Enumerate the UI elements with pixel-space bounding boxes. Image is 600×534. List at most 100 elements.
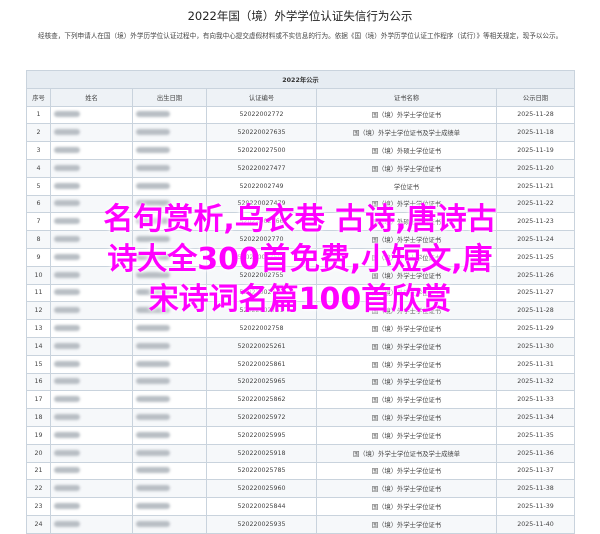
redaction-blur: [54, 378, 80, 385]
cell-cert-name: 国（境）外学士学位证书: [316, 372, 497, 392]
redaction-blur: [136, 342, 170, 349]
cell-publish-date: 2025-11-33: [495, 390, 576, 410]
cell-cert-id: 520220025261: [206, 336, 317, 356]
cell-birth-redacted: [132, 141, 207, 160]
cell-birth-redacted: [132, 461, 207, 481]
cell-birth-redacted: [132, 514, 207, 534]
cell-birth-redacted: [132, 497, 207, 516]
cell-birth-redacted: [132, 105, 207, 125]
cell-seq: 1: [26, 105, 51, 125]
cell-name-redacted: [50, 408, 133, 427]
redaction-blur: [54, 182, 80, 189]
cell-birth-redacted: [132, 425, 207, 445]
cell-publish-date: 2025-11-39: [495, 497, 576, 516]
cell-cert-id: 520220025861: [206, 354, 317, 374]
cell-seq: 3: [26, 141, 51, 160]
redaction-blur: [136, 129, 170, 136]
cell-seq: 4: [26, 158, 51, 178]
cell-name-redacted: [50, 319, 133, 338]
table-row: 1 52022002772 国（境）外学士学位证书 2025-11-28: [26, 105, 576, 125]
cell-seq: 13: [26, 319, 51, 338]
cell-name-redacted: [50, 479, 133, 499]
cell-cert-id: 520220025844: [206, 497, 317, 516]
overlay-line-1: 名句赏析,乌衣巷 古诗,唐诗古: [103, 202, 497, 237]
cell-seq: 20: [26, 443, 51, 463]
cell-cert-id: 520220025965: [206, 372, 317, 392]
cell-seq: 23: [26, 497, 51, 516]
cell-name-redacted: [50, 514, 133, 534]
cell-seq: 5: [26, 176, 51, 196]
cell-cert-id: 520220027635: [206, 123, 317, 143]
table-row: 5 52022002749 学位证书 2025-11-21: [26, 176, 576, 196]
cell-cert-id: 520220025972: [206, 408, 317, 427]
cell-name-redacted: [50, 105, 133, 125]
cell-publish-date: 2025-11-19: [495, 141, 576, 160]
header-birth: 出生日期: [132, 87, 207, 107]
page-title: 2022年国（境）外学学位认证失信行为公示: [187, 9, 413, 23]
overlay-caption: 名句赏析,乌衣巷 古诗,唐诗古 诗大全300首免费,小短文,唐 宋诗词名篇100…: [0, 200, 600, 320]
cell-cert-id: 520220025935: [206, 514, 317, 534]
header-id: 认证编号: [206, 87, 317, 107]
cell-cert-id: 52022002749: [206, 176, 317, 196]
cell-cert-id: 52022002772: [206, 105, 317, 125]
redaction-blur: [54, 485, 80, 492]
cell-cert-name: 国（境）外学士学位证书: [316, 319, 497, 338]
cell-birth-redacted: [132, 176, 207, 196]
cell-name-redacted: [50, 497, 133, 516]
cell-birth-redacted: [132, 408, 207, 427]
table-row: 23 520220025844 国（境）外学士学位证书 2025-11-39: [26, 497, 576, 516]
cell-seq: 22: [26, 479, 51, 499]
redaction-blur: [54, 503, 80, 510]
cell-publish-date: 2025-11-31: [495, 354, 576, 374]
redaction-blur: [54, 111, 80, 118]
cell-name-redacted: [50, 461, 133, 481]
table-row: 17 520220025862 国（境）外学士学位证书 2025-11-33: [26, 390, 576, 410]
redaction-blur: [136, 414, 170, 421]
redaction-blur: [136, 467, 170, 474]
redaction-blur: [136, 449, 170, 456]
cell-cert-name: 国（境）外学士学位证书: [316, 105, 497, 125]
redaction-blur: [54, 396, 80, 403]
header-date: 公示日期: [495, 87, 576, 107]
intro-text: 经核查，下列申请人在国（境）外学历学位认证过程中，有向我中心提交虚假材料或不实信…: [38, 32, 563, 40]
cell-seq: 15: [26, 354, 51, 374]
cell-name-redacted: [50, 336, 133, 356]
cell-birth-redacted: [132, 158, 207, 178]
table-row: 19 520220025995 国（境）外学士学位证书 2025-11-35: [26, 425, 576, 445]
cell-cert-id: 520220027500: [206, 141, 317, 160]
cell-publish-date: 2025-11-34: [495, 408, 576, 427]
intro-paragraph: 经核查，下列申请人在国（境）外学历学位认证过程中，有向我中心提交虚假材料或不实信…: [26, 30, 582, 43]
cell-cert-name: 国（境）外学士学位证书: [316, 390, 497, 410]
header-cert: 证书名称: [316, 87, 497, 107]
cell-cert-id: 520220027477: [206, 158, 317, 178]
cell-birth-redacted: [132, 479, 207, 499]
redaction-blur: [136, 147, 170, 154]
cell-seq: 19: [26, 425, 51, 445]
cell-publish-date: 2025-11-18: [495, 123, 576, 143]
cell-cert-name: 国（境）外学士学位证书: [316, 408, 497, 427]
redaction-blur: [136, 503, 170, 510]
cell-cert-name: 国（境）外学士学位证书: [316, 425, 497, 445]
redaction-blur: [54, 129, 80, 136]
cell-cert-name: 国（境）外学士学位证书: [316, 514, 497, 534]
cell-birth-redacted: [132, 443, 207, 463]
redaction-blur: [54, 325, 80, 332]
redaction-blur: [136, 360, 170, 367]
cell-name-redacted: [50, 158, 133, 178]
cell-cert-name: 国（境）外学士学位证书: [316, 461, 497, 481]
cell-publish-date: 2025-11-28: [495, 105, 576, 125]
cell-cert-name: 国（境）外学士学位证书: [316, 497, 497, 516]
cell-cert-name: 国（境）外学士学位证书: [316, 479, 497, 499]
cell-publish-date: 2025-11-38: [495, 479, 576, 499]
redaction-blur: [136, 431, 170, 438]
cell-name-redacted: [50, 390, 133, 410]
cell-publish-date: 2025-11-32: [495, 372, 576, 392]
cell-cert-name: 国（境）外学士学位证书: [316, 354, 497, 374]
cell-publish-date: 2025-11-35: [495, 425, 576, 445]
redaction-blur: [136, 182, 170, 189]
cell-seq: 14: [26, 336, 51, 356]
redaction-blur: [54, 164, 80, 171]
table-header-row: 序号 姓名 出生日期 认证编号 证书名称 公示日期: [26, 87, 576, 107]
redaction-blur: [54, 360, 80, 367]
cell-name-redacted: [50, 443, 133, 463]
